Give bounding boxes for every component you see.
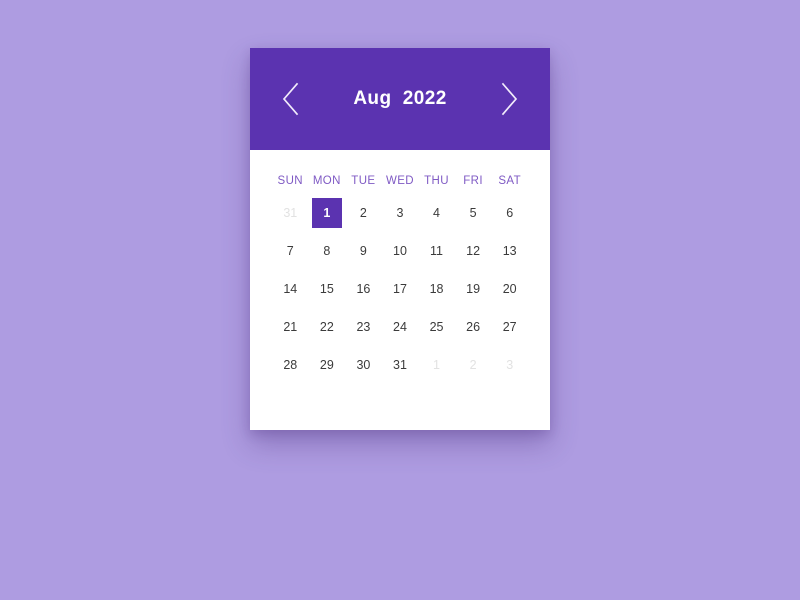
day-number[interactable]: 20 — [495, 274, 525, 304]
day-number[interactable]: 2 — [458, 350, 488, 380]
calendar-card: Aug 2022 SUN MON TUE WED THU FRI SAT 31 1 2 3 4 5 6 7… — [250, 48, 550, 430]
chevron-right-icon — [499, 82, 519, 116]
day-cell[interactable]: 18 — [418, 270, 455, 308]
day-number[interactable]: 6 — [495, 198, 525, 228]
day-number[interactable]: 16 — [348, 274, 378, 304]
day-number[interactable]: 14 — [275, 274, 305, 304]
day-cell[interactable]: 15 — [309, 270, 346, 308]
day-number[interactable]: 31 — [275, 198, 305, 228]
weekday-label-mon: MON — [312, 175, 341, 187]
day-number[interactable]: 19 — [458, 274, 488, 304]
day-cell[interactable]: 20 — [491, 270, 528, 308]
weekday-header-row-group: SUN MON TUE WED THU FRI SAT — [272, 168, 528, 194]
day-cell[interactable]: 14 — [272, 270, 309, 308]
prev-month-button[interactable] — [274, 76, 308, 122]
day-cell[interactable]: 8 — [309, 232, 346, 270]
day-number[interactable]: 15 — [312, 274, 342, 304]
day-number[interactable]: 9 — [348, 236, 378, 266]
calendar-week-row: 31 1 2 3 4 5 6 — [272, 194, 528, 232]
calendar-body: SUN MON TUE WED THU FRI SAT 31 1 2 3 4 5 6 7 8 9 10 11 12 1… — [250, 150, 550, 384]
next-month-button[interactable] — [492, 76, 526, 122]
weekday-label-sun: SUN — [277, 175, 304, 187]
day-cell[interactable]: 30 — [345, 346, 382, 384]
selected-day[interactable]: 1 — [311, 198, 342, 228]
day-cell[interactable]: 7 — [272, 232, 309, 270]
day-number[interactable]: 29 — [312, 350, 342, 380]
calendar-week-row: 28 29 30 31 1 2 3 — [272, 346, 528, 384]
day-cell[interactable]: 13 — [491, 232, 528, 270]
screen: Aug 2022 SUN MON TUE WED THU FRI SAT 31 1 2 3 4 5 6 7… — [0, 0, 800, 600]
day-number[interactable]: 17 — [385, 274, 415, 304]
calendar-week-row: 7 8 9 10 11 12 13 — [272, 232, 528, 270]
day-cell[interactable]: 25 — [418, 308, 455, 346]
day-cell[interactable]: 28 — [272, 346, 309, 384]
calendar-header: Aug 2022 — [250, 48, 550, 150]
day-number[interactable]: 22 — [312, 312, 342, 342]
weekday-label-thu: THU — [424, 175, 449, 187]
day-cell[interactable]: 1 — [309, 194, 346, 232]
day-number[interactable]: 31 — [385, 350, 415, 380]
day-cell[interactable]: 17 — [382, 270, 419, 308]
day-cell[interactable]: 6 — [491, 194, 528, 232]
day-number[interactable]: 4 — [422, 198, 452, 228]
day-number[interactable]: 25 — [422, 312, 452, 342]
day-number[interactable]: 12 — [458, 236, 488, 266]
day-number[interactable]: 28 — [275, 350, 305, 380]
day-cell[interactable]: 31 — [272, 194, 309, 232]
day-cell[interactable]: 4 — [418, 194, 455, 232]
day-cell[interactable]: 1 — [418, 346, 455, 384]
day-number[interactable]: 11 — [422, 236, 452, 266]
weekday-label-wed: WED — [385, 175, 414, 187]
day-number[interactable]: 26 — [458, 312, 488, 342]
day-number[interactable]: 23 — [348, 312, 378, 342]
weekday-label-tue: TUE — [351, 175, 376, 187]
calendar-weeks: 31 1 2 3 4 5 6 7 8 9 10 11 12 13 14 15 16 17 18 19 20 21 22 23 2… — [272, 194, 528, 384]
day-number[interactable]: 30 — [348, 350, 378, 380]
day-cell[interactable]: 2 — [455, 346, 492, 384]
day-cell[interactable]: 11 — [418, 232, 455, 270]
day-number[interactable]: 27 — [495, 312, 525, 342]
day-number[interactable]: 3 — [495, 350, 525, 380]
day-number[interactable]: 7 — [275, 236, 305, 266]
calendar-week-row: 14 15 16 17 18 19 20 — [272, 270, 528, 308]
day-cell[interactable]: 29 — [309, 346, 346, 384]
day-number[interactable]: 5 — [458, 198, 488, 228]
day-cell[interactable]: 3 — [491, 346, 528, 384]
calendar-grid: SUN MON TUE WED THU FRI SAT 31 1 2 3 4 5 6 7 8 9 10 11 12 1… — [272, 168, 528, 384]
day-cell[interactable]: 27 — [491, 308, 528, 346]
day-number[interactable]: 10 — [385, 236, 415, 266]
day-cell[interactable]: 31 — [382, 346, 419, 384]
day-cell[interactable]: 16 — [345, 270, 382, 308]
day-cell[interactable]: 10 — [382, 232, 419, 270]
day-cell[interactable]: 5 — [455, 194, 492, 232]
weekday-header-row: SUN MON TUE WED THU FRI SAT — [272, 168, 528, 194]
day-cell[interactable]: 26 — [455, 308, 492, 346]
day-number[interactable]: 18 — [422, 274, 452, 304]
day-number[interactable]: 21 — [275, 312, 305, 342]
day-cell[interactable]: 12 — [455, 232, 492, 270]
calendar-week-row: 21 22 23 24 25 26 27 — [272, 308, 528, 346]
chevron-left-icon — [281, 82, 301, 116]
day-cell[interactable]: 24 — [382, 308, 419, 346]
day-cell[interactable]: 23 — [345, 308, 382, 346]
month-year-title: Aug 2022 — [353, 88, 447, 109]
weekday-label-sat: SAT — [498, 175, 522, 187]
day-number[interactable]: 2 — [348, 198, 378, 228]
day-cell[interactable]: 9 — [345, 232, 382, 270]
day-number[interactable]: 1 — [422, 350, 452, 380]
day-cell[interactable]: 3 — [382, 194, 419, 232]
day-cell[interactable]: 22 — [309, 308, 346, 346]
day-number[interactable]: 24 — [385, 312, 415, 342]
day-number[interactable]: 8 — [312, 236, 342, 266]
day-cell[interactable]: 19 — [455, 270, 492, 308]
day-cell[interactable]: 21 — [272, 308, 309, 346]
day-cell[interactable]: 2 — [345, 194, 382, 232]
weekday-label-fri: FRI — [463, 175, 483, 187]
day-number[interactable]: 3 — [385, 198, 415, 228]
day-number[interactable]: 13 — [495, 236, 525, 266]
